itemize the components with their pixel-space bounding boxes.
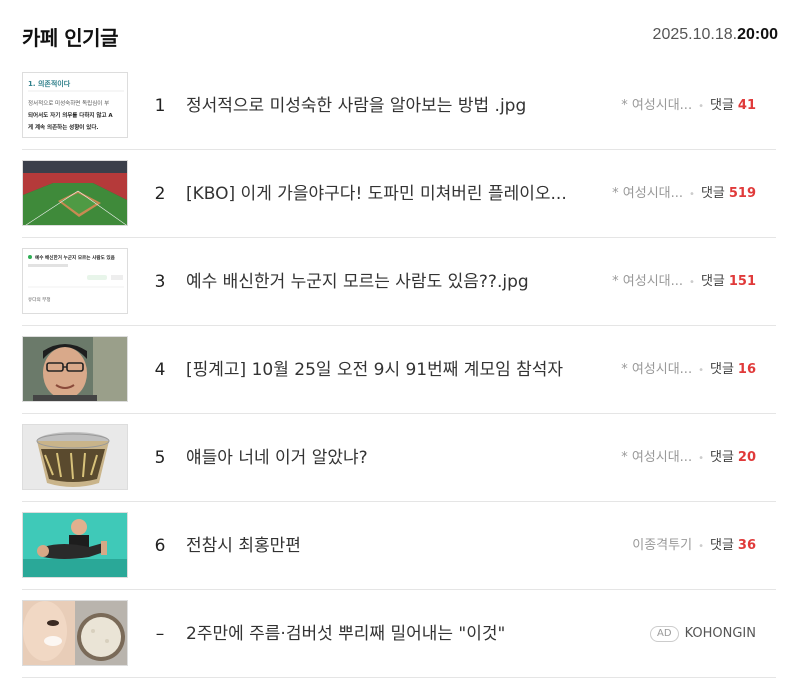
post-meta: * 여성시대... • 댓글 16 — [621, 326, 756, 414]
comment-count: 41 — [737, 98, 756, 113]
comment-label: 댓글 — [700, 186, 725, 201]
post-thumbnail[interactable] — [22, 424, 128, 490]
post-title-link[interactable]: 얘들아 너네 이거 알았냐? — [186, 414, 596, 502]
svg-text:되어서도 자기 의무를 다하지 않고 A: 되어서도 자기 의무를 다하지 않고 A — [28, 111, 113, 119]
post-meta: * 여성시대... • 댓글 519 — [612, 150, 756, 238]
separator-dot: • — [689, 277, 695, 288]
ad-title-link[interactable]: 2주만에 주름·검버섯 뿌리째 밀어내는 "이것" — [186, 590, 596, 678]
post-row-4[interactable]: 4 [핑계고] 10월 25일 오전 9시 91번째 계모임 참석자 * 여성시… — [22, 326, 776, 414]
comment-label: 댓글 — [709, 362, 734, 377]
ad-row[interactable]: – 2주만에 주름·검버섯 뿌리째 밀어내는 "이것" AD KOHONGIN — [22, 590, 776, 678]
svg-text:정서적으로 미성숙하면 독립심이 부: 정서적으로 미성숙하면 독립심이 부 — [28, 99, 109, 107]
svg-text:예수 배신한거 누군지 모르는 사람도 있음: 예수 배신한거 누군지 모르는 사람도 있음 — [35, 254, 116, 261]
comment-label: 댓글 — [709, 538, 734, 553]
comment-label: 댓글 — [709, 98, 734, 113]
popular-posts-header: 카페 인기글 2025.10.18.20:00 — [22, 18, 778, 52]
popular-posts-list: 1. 의존적이다 정서적으로 미성숙하면 독립심이 부 되어서도 자기 의무를 … — [22, 62, 776, 678]
post-rank: 3 — [154, 272, 166, 292]
separator-dot: • — [698, 101, 704, 112]
post-title-link[interactable]: 전참시 최홍만편 — [186, 502, 596, 590]
ad-meta: AD KOHONGIN — [650, 590, 756, 678]
separator-dot: • — [698, 453, 704, 464]
post-rank: 5 — [154, 448, 166, 468]
thumb-heading: 1. 의존적이다 — [28, 79, 71, 88]
post-meta: 이종격투기 • 댓글 36 — [632, 502, 756, 590]
update-timestamp: 2025.10.18.20:00 — [652, 26, 778, 43]
post-row-2[interactable]: 2 [KBO] 이게 가을야구다! 도파민 미쳐버린 플레이오... * 여성시… — [22, 150, 776, 238]
post-thumbnail[interactable] — [22, 512, 128, 578]
advertiser-name[interactable]: KOHONGIN — [685, 626, 756, 641]
ad-thumbnail[interactable] — [22, 600, 128, 666]
comment-label: 댓글 — [700, 274, 725, 289]
post-rank: 4 — [154, 360, 166, 380]
comment-count: 519 — [728, 186, 756, 201]
cafe-name[interactable]: 이종격투기 — [632, 538, 692, 553]
post-thumbnail[interactable] — [22, 160, 128, 226]
section-title: 카페 인기글 — [22, 26, 118, 50]
svg-text:유다의 부정: 유다의 부정 — [28, 296, 51, 303]
post-title-link[interactable]: [핑계고] 10월 25일 오전 9시 91번째 계모임 참석자 — [186, 326, 596, 414]
post-title-link[interactable]: 예수 배신한거 누군지 모르는 사람도 있음??.jpg — [186, 238, 596, 326]
separator-dot: • — [698, 541, 704, 552]
cafe-name[interactable]: * 여성시대... — [621, 362, 692, 377]
separator-dot: • — [698, 365, 704, 376]
comment-count: 16 — [737, 362, 756, 377]
post-rank: 6 — [154, 536, 166, 556]
post-row-6[interactable]: 6 전참시 최홍만편 이종격투기 • 댓글 36 — [22, 502, 776, 590]
separator-dot: • — [689, 189, 695, 200]
post-row-1[interactable]: 1. 의존적이다 정서적으로 미성숙하면 독립심이 부 되어서도 자기 의무를 … — [22, 62, 776, 150]
post-meta: * 여성시대... • 댓글 20 — [621, 414, 756, 502]
post-thumbnail[interactable]: 예수 배신한거 누군지 모르는 사람도 있음 유다의 부정 — [22, 248, 128, 314]
post-thumbnail[interactable]: 1. 의존적이다 정서적으로 미성숙하면 독립심이 부 되어서도 자기 의무를 … — [22, 72, 128, 138]
comment-label: 댓글 — [709, 450, 734, 465]
post-meta: * 여성시대... • 댓글 151 — [612, 238, 756, 326]
post-rank: 2 — [154, 184, 166, 204]
post-rank: 1 — [154, 96, 166, 116]
comment-count: 20 — [737, 450, 756, 465]
comment-count: 151 — [728, 274, 756, 289]
post-title-link[interactable]: [KBO] 이게 가을야구다! 도파민 미쳐버린 플레이오... — [186, 150, 596, 238]
post-row-3[interactable]: 예수 배신한거 누군지 모르는 사람도 있음 유다의 부정 3 예수 배신한거 … — [22, 238, 776, 326]
ad-rank: – — [155, 624, 165, 644]
post-thumbnail[interactable] — [22, 336, 128, 402]
cafe-name[interactable]: * 여성시대... — [621, 450, 692, 465]
post-meta: * 여성시대... • 댓글 41 — [621, 62, 756, 150]
svg-text:게 계속 의존하는 성향이 있다.: 게 계속 의존하는 성향이 있다. — [28, 123, 98, 131]
cafe-name[interactable]: * 여성시대... — [621, 98, 692, 113]
post-title-link[interactable]: 정서적으로 미성숙한 사람을 알아보는 방법 .jpg — [186, 62, 596, 150]
post-row-5[interactable]: 5 얘들아 너네 이거 알았냐? * 여성시대... • 댓글 20 — [22, 414, 776, 502]
cafe-name[interactable]: * 여성시대... — [612, 274, 683, 289]
comment-count: 36 — [737, 538, 756, 553]
ad-badge: AD — [650, 626, 679, 642]
cafe-name[interactable]: * 여성시대... — [612, 186, 683, 201]
